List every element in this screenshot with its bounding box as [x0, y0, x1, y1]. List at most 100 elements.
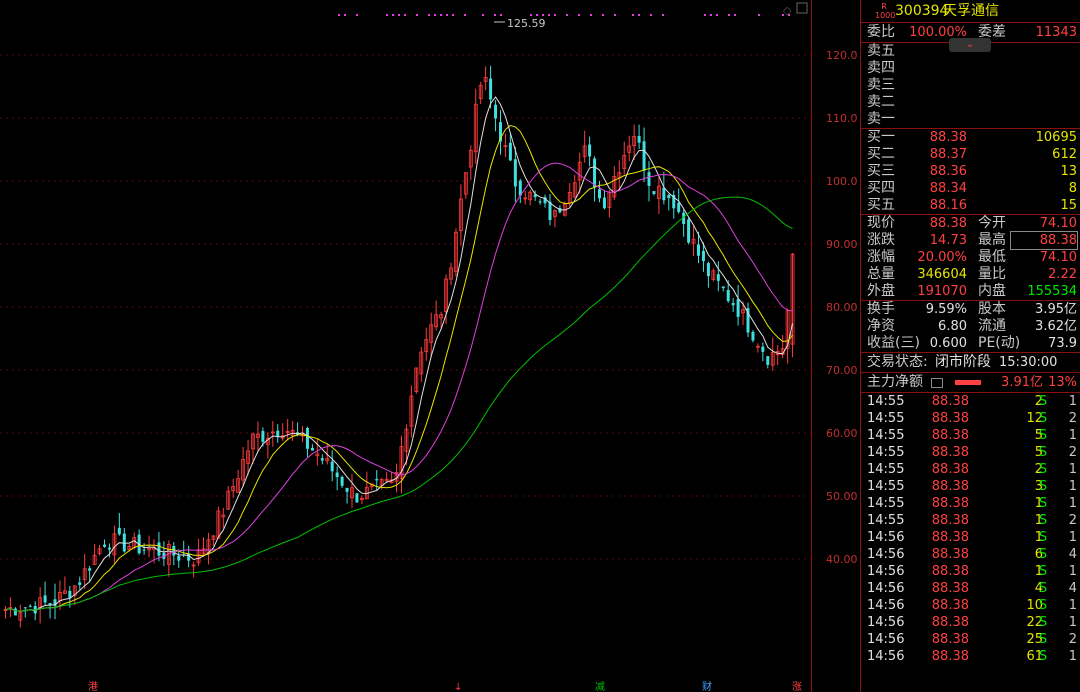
chart-divider [811, 0, 812, 692]
bottom-event-marker: 减 [595, 681, 605, 692]
main-flow-pct: 13% [1048, 375, 1077, 390]
sell-order-row: 卖三 [861, 77, 1080, 94]
bottom-event-marker: 财 [702, 680, 712, 692]
fund-row: 收益(三) 0.600 PE(动) 73.9 [861, 335, 1080, 352]
tick-count: 1 [1068, 428, 1077, 443]
candle-body [731, 302, 735, 306]
event-dot [710, 14, 712, 16]
event-dot [530, 14, 532, 16]
tick-side: S [1038, 530, 1048, 545]
buy-price: 88.16 [929, 198, 967, 213]
event-dot [548, 14, 550, 16]
tick-side: S [1038, 411, 1048, 426]
tick-row: 14:56 88.38 6 S 4 [861, 546, 1080, 563]
candle-body [677, 202, 681, 213]
stat-label: 涨跌 [867, 232, 895, 248]
list-icon[interactable] [931, 378, 943, 388]
candle-body [706, 263, 710, 277]
event-dot [614, 14, 616, 16]
event-dot [602, 14, 604, 16]
kline-svg[interactable]: 120.0 110.0 100.0 90.00 80.00 70.00 60.00 50.00… [0, 0, 860, 692]
event-dot [662, 14, 664, 16]
candle-body [716, 274, 720, 281]
buy-price: 88.34 [929, 181, 967, 196]
candle-body [340, 476, 344, 486]
tick-price: 88.38 [931, 581, 969, 596]
candle-body [68, 590, 72, 598]
tick-price: 88.38 [931, 615, 969, 630]
candle-body [494, 104, 498, 119]
fund-label: 净资 [867, 318, 895, 334]
kline-chart[interactable]: 120.0 110.0 100.0 90.00 80.00 70.00 60.00 50.00… [0, 0, 858, 692]
candle-body [28, 605, 32, 607]
candle-body [593, 158, 597, 188]
window-toggle-icon[interactable] [796, 2, 808, 14]
tick-row: 14:55 88.38 5 S 1 [861, 427, 1080, 444]
y-tick-label: 60.00 [826, 427, 858, 440]
tick-time: 14:56 [867, 598, 905, 613]
buy-label: 买五 [867, 197, 895, 213]
event-dot [590, 14, 592, 16]
tick-side: S [1038, 496, 1048, 511]
tick-price: 88.38 [931, 530, 969, 545]
tick-side: S [1038, 632, 1048, 647]
buy-volume: 15 [1060, 198, 1077, 213]
tick-count: 2 [1068, 445, 1077, 460]
tick-price: 88.38 [931, 428, 969, 443]
candle-body [726, 290, 730, 302]
event-dot [758, 14, 760, 16]
stat-value: 74.10 [1039, 216, 1077, 231]
event-dot [500, 14, 502, 16]
candle-body [103, 544, 106, 547]
tick-row: 14:55 88.38 1 S 2 [861, 512, 1080, 529]
bottom-event-marker: ↓ [454, 682, 462, 692]
candle-body [330, 461, 334, 472]
candle-body [701, 250, 705, 262]
stat-label: 现价 [867, 215, 895, 231]
tick-row: 14:56 88.38 1 S 1 [861, 529, 1080, 546]
tick-row: 14:56 88.38 22 S 1 [861, 614, 1080, 631]
buy-volume: 13 [1060, 164, 1077, 179]
exchange-logo-icon: R 1000 [875, 2, 896, 20]
tick-time: 14:55 [867, 411, 905, 426]
tick-time: 14:56 [867, 615, 905, 630]
event-dot [356, 14, 358, 16]
tick-row: 14:56 88.38 10 S 1 [861, 597, 1080, 614]
fund-label: 换手 [867, 301, 895, 317]
event-dot [704, 14, 706, 16]
fund-label: 流通 [978, 318, 1006, 334]
stat-row: 外盘 191070 内盘 155534 [861, 283, 1080, 300]
stock-code[interactable]: 300394 [895, 0, 948, 22]
fund-row: 净资 6.80 流通 3.62亿 [861, 318, 1080, 335]
stat-label: 涨幅 [867, 249, 895, 265]
tick-side: S [1038, 445, 1048, 460]
candle-body [598, 189, 601, 199]
candle-body [320, 458, 324, 461]
tick-time: 14:55 [867, 394, 905, 409]
stat-value: 88.38 [929, 216, 967, 231]
tick-time: 14:56 [867, 632, 905, 647]
tick-time: 14:56 [867, 530, 905, 545]
fund-value: 3.95亿 [1035, 302, 1077, 317]
candle-body [117, 527, 121, 535]
stock-name[interactable]: 天孚通信 [943, 0, 999, 22]
tick-row: 14:56 88.38 61 S 1 [861, 648, 1080, 665]
tick-list[interactable]: 14:55 88.38 2 S 1 14:55 88.38 12 S 2 14:55… [861, 393, 1080, 665]
tick-time: 14:56 [867, 564, 905, 579]
event-dot [554, 14, 556, 16]
tick-time: 14:56 [867, 581, 905, 596]
candle-body [78, 582, 82, 585]
main-flow-bar [955, 380, 981, 385]
expand-icon[interactable]: ◇ [783, 4, 792, 17]
stock-title: R 1000 300394 天孚通信 [861, 0, 1080, 22]
tick-price: 88.38 [931, 411, 969, 426]
tick-row: 14:55 88.38 2 S 1 [861, 461, 1080, 478]
y-tick-label: 80.00 [826, 301, 858, 314]
y-tick-label: 50.00 [826, 490, 858, 503]
event-dot [632, 14, 634, 16]
candle-body [642, 141, 646, 171]
trade-state-row: 交易状态: 闭市阶段 15:30:00 [861, 353, 1080, 372]
stat-row: 现价 88.38 今开 74.10 [861, 215, 1080, 232]
quote-panel: R 1000 300394 天孚通信 委比 100.00% 委差 11343 ⌄… [861, 0, 1080, 692]
tick-row: 14:56 88.38 25 S 2 [861, 631, 1080, 648]
